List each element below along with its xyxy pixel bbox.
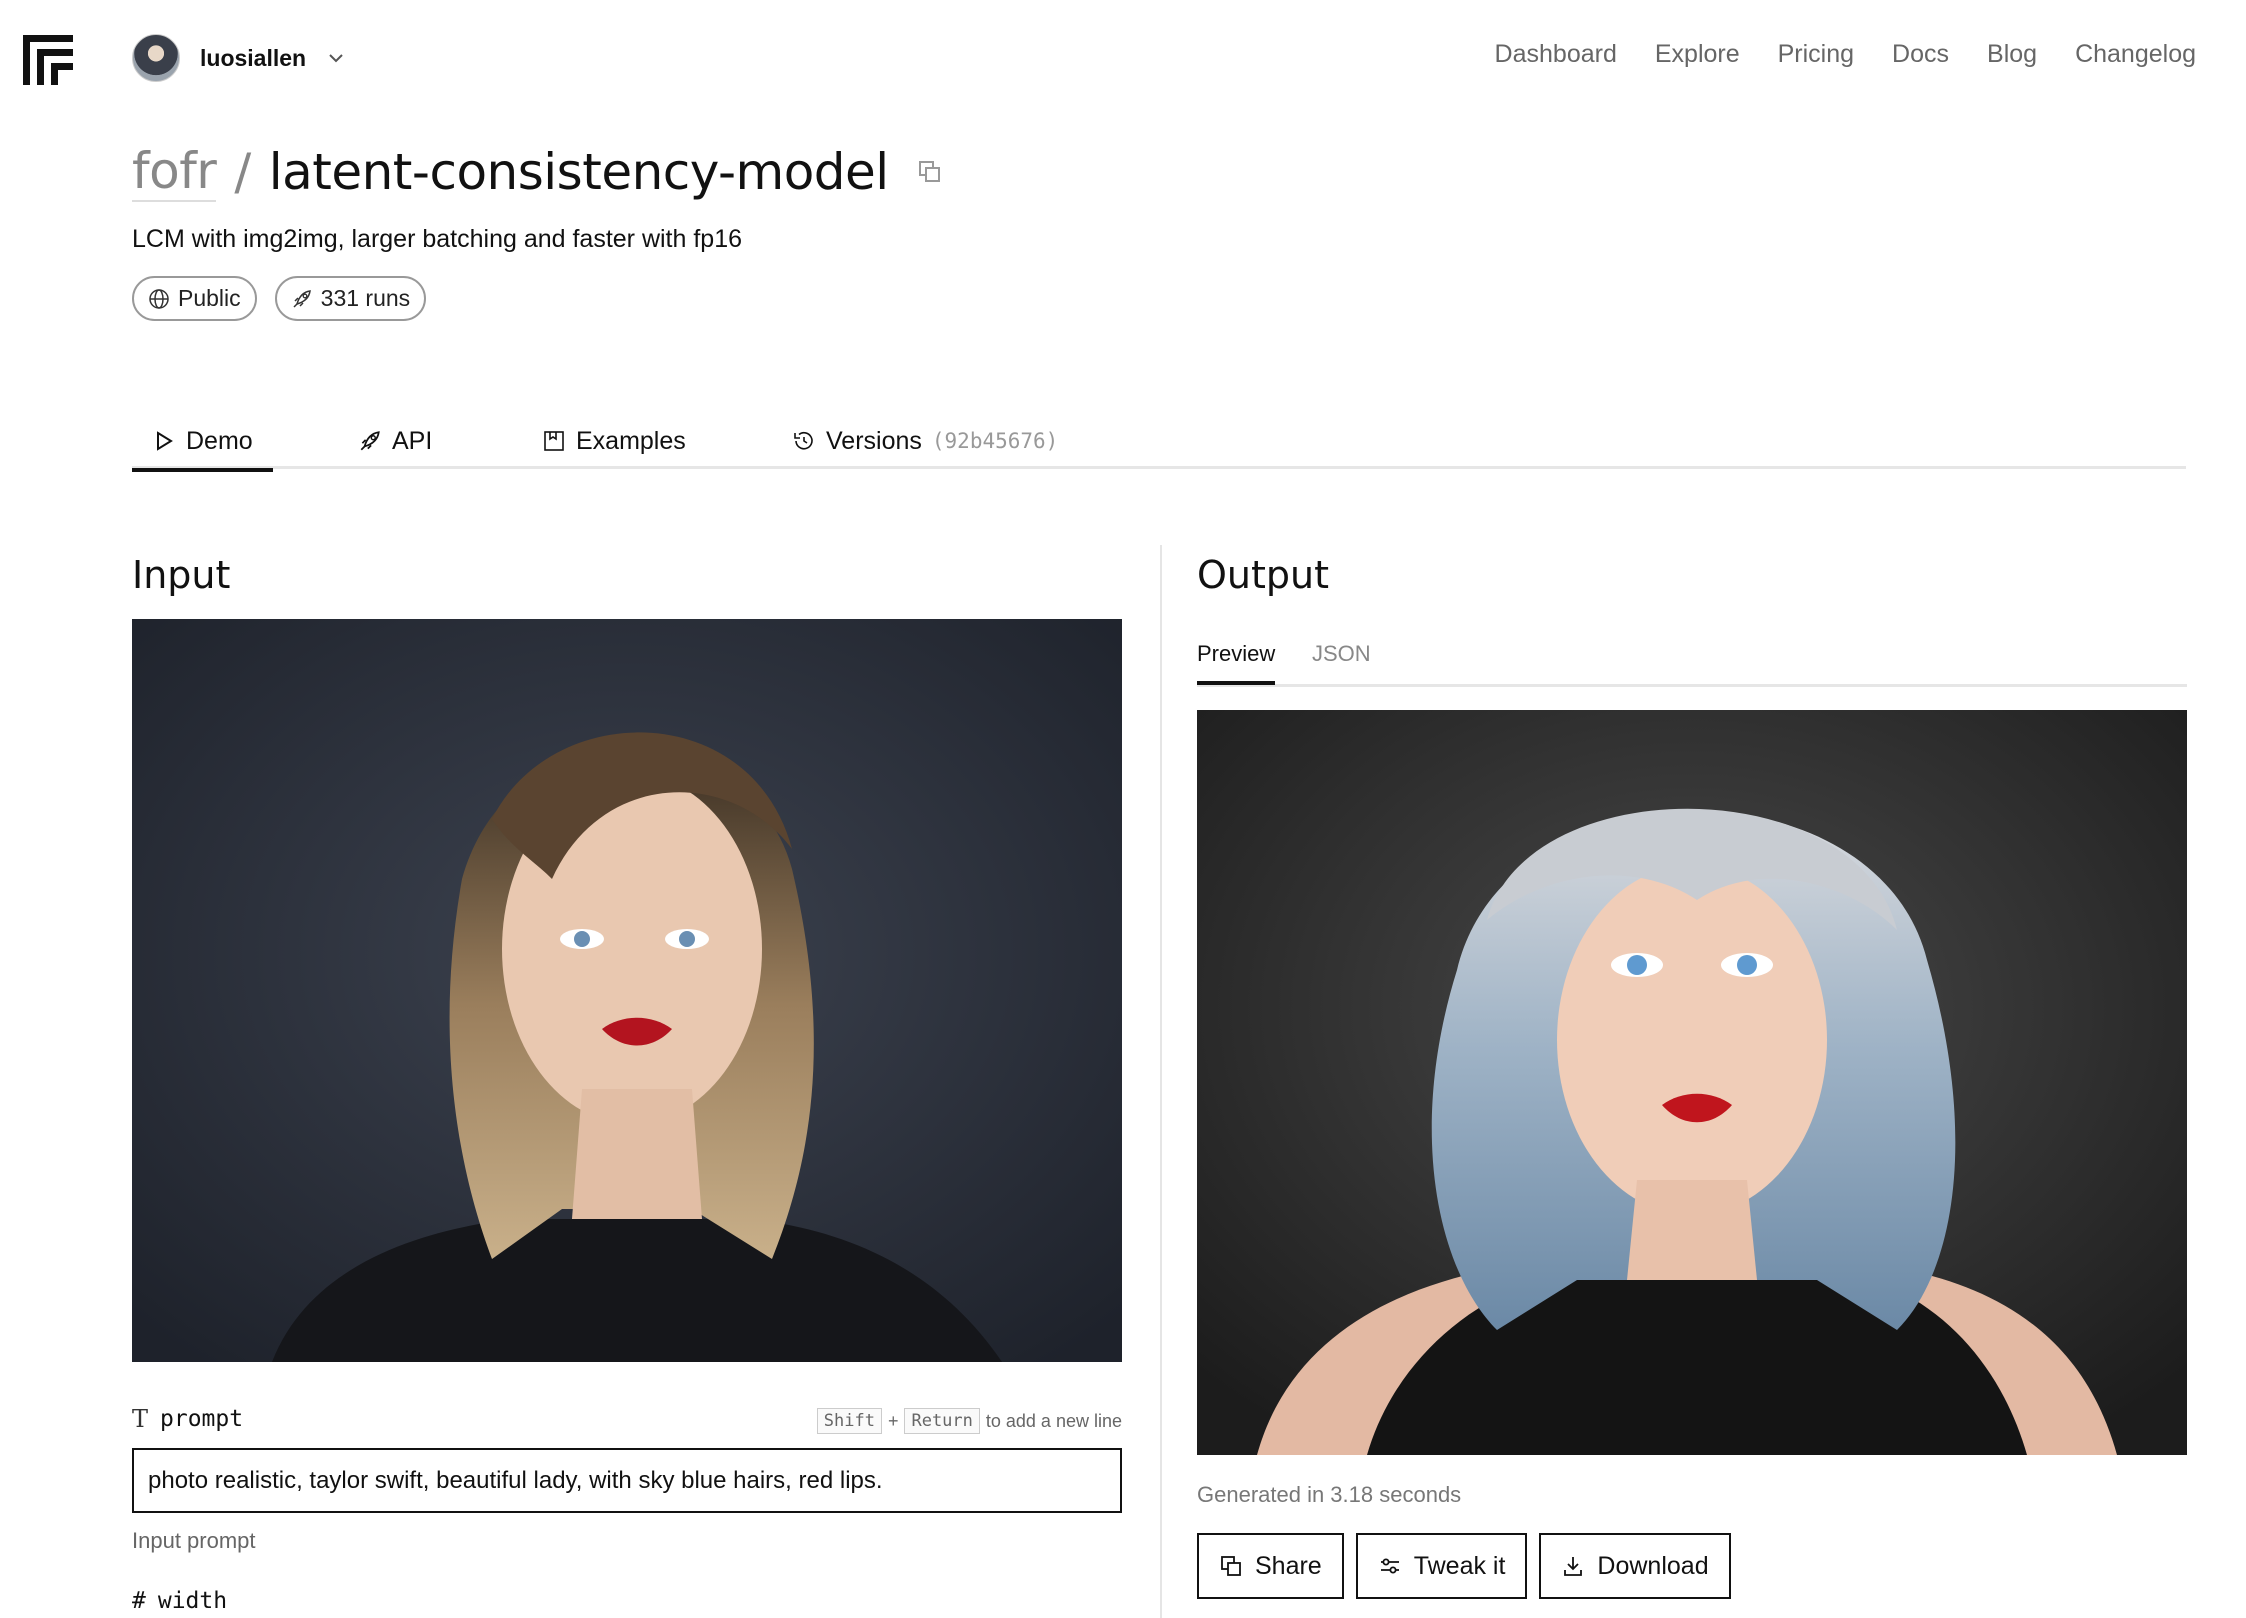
text-type-icon: T <box>132 1405 149 1433</box>
width-label-text: width <box>157 1588 228 1614</box>
model-name: latent-consistency-model <box>268 143 889 201</box>
model-badges: Public 331 runs <box>132 276 427 321</box>
tab-examples-label: Examples <box>576 426 686 455</box>
tab-versions[interactable]: Versions (92b45676) <box>792 413 1058 469</box>
shift-key: Shift <box>816 1408 882 1434</box>
download-icon <box>1564 1557 1583 1576</box>
generation-time: Generated in 3.18 seconds <box>1197 1482 1462 1507</box>
input-heading: Input <box>132 553 231 597</box>
column-divider <box>1160 545 1162 1618</box>
copy-icon[interactable] <box>917 159 943 185</box>
share-button[interactable]: Share <box>1197 1533 1344 1599</box>
nav-pricing[interactable]: Pricing <box>1778 40 1854 69</box>
history-icon <box>794 431 813 450</box>
output-tabs: Preview JSON <box>1197 635 2187 687</box>
top-nav: Dashboard Explore Pricing Docs Blog Chan… <box>1495 40 2196 69</box>
input-image[interactable] <box>132 619 1122 1362</box>
nav-explore[interactable]: Explore <box>1655 40 1740 69</box>
prompt-input[interactable]: photo realistic, taylor swift, beautiful… <box>132 1448 1122 1513</box>
share-label: Share <box>1255 1551 1322 1580</box>
model-description: LCM with img2img, larger batching and fa… <box>132 225 743 253</box>
user-menu[interactable]: luosiallen <box>132 33 346 83</box>
output-actions: Share Tweak it Download <box>1197 1533 1731 1599</box>
version-hash: (92b45676) <box>931 429 1059 453</box>
output-heading: Output <box>1197 553 1329 597</box>
input-portrait-image <box>132 619 1122 1362</box>
play-icon <box>157 431 173 451</box>
nav-dashboard[interactable]: Dashboard <box>1495 40 1617 69</box>
rocket-icon <box>293 289 311 308</box>
prompt-help-text: Input prompt <box>132 1528 256 1553</box>
title-separator: / <box>234 143 251 201</box>
tab-api-label: API <box>392 426 433 455</box>
visibility-label: Public <box>178 285 241 311</box>
tab-demo-label: Demo <box>186 426 253 455</box>
hint-plus: + <box>887 1410 899 1431</box>
tab-versions-label: Versions <box>826 426 922 455</box>
model-owner-link[interactable]: fofr <box>132 142 217 202</box>
tab-examples[interactable]: Examples <box>542 413 686 469</box>
rocket-icon <box>360 431 380 451</box>
username[interactable]: luosiallen <box>200 45 306 72</box>
width-label: # width <box>132 1588 227 1614</box>
hint-text: to add a new line <box>985 1410 1122 1431</box>
share-copy-icon <box>1221 1556 1241 1576</box>
model-tabs: Demo API Examples Versions (92b45676) <box>132 405 2186 472</box>
output-image[interactable] <box>1197 710 2187 1455</box>
tab-json[interactable]: JSON <box>1312 641 1371 667</box>
visibility-badge: Public <box>132 276 257 321</box>
bookmark-icon <box>544 431 564 451</box>
tweak-button[interactable]: Tweak it <box>1355 1533 1528 1599</box>
sliders-icon <box>1380 1558 1399 1574</box>
newline-hint: Shift + Return to add a new line <box>816 1408 1122 1434</box>
page-title: fofr / latent-consistency-model <box>132 142 943 202</box>
tab-api[interactable]: API <box>358 413 432 469</box>
runs-badge: 331 runs <box>274 276 427 321</box>
tab-demo[interactable]: Demo <box>132 413 273 472</box>
runs-count: 331 runs <box>320 285 411 311</box>
output-portrait-image <box>1197 710 2187 1455</box>
download-button[interactable]: Download <box>1539 1533 1731 1599</box>
nav-docs[interactable]: Docs <box>1892 40 1949 69</box>
nav-changelog[interactable]: Changelog <box>2075 40 2196 69</box>
tab-preview[interactable]: Preview <box>1197 641 1276 685</box>
replicate-logo-icon[interactable] <box>23 35 73 85</box>
chevron-down-icon[interactable] <box>326 48 346 68</box>
return-key: Return <box>904 1408 980 1434</box>
nav-blog[interactable]: Blog <box>1987 40 2037 69</box>
tweak-label: Tweak it <box>1413 1551 1506 1580</box>
avatar[interactable] <box>132 34 180 82</box>
number-type-icon: # <box>132 1588 146 1614</box>
globe-icon <box>149 288 169 309</box>
download-label: Download <box>1597 1551 1709 1580</box>
prompt-label: T prompt <box>132 1405 243 1433</box>
prompt-label-text: prompt <box>160 1406 244 1432</box>
